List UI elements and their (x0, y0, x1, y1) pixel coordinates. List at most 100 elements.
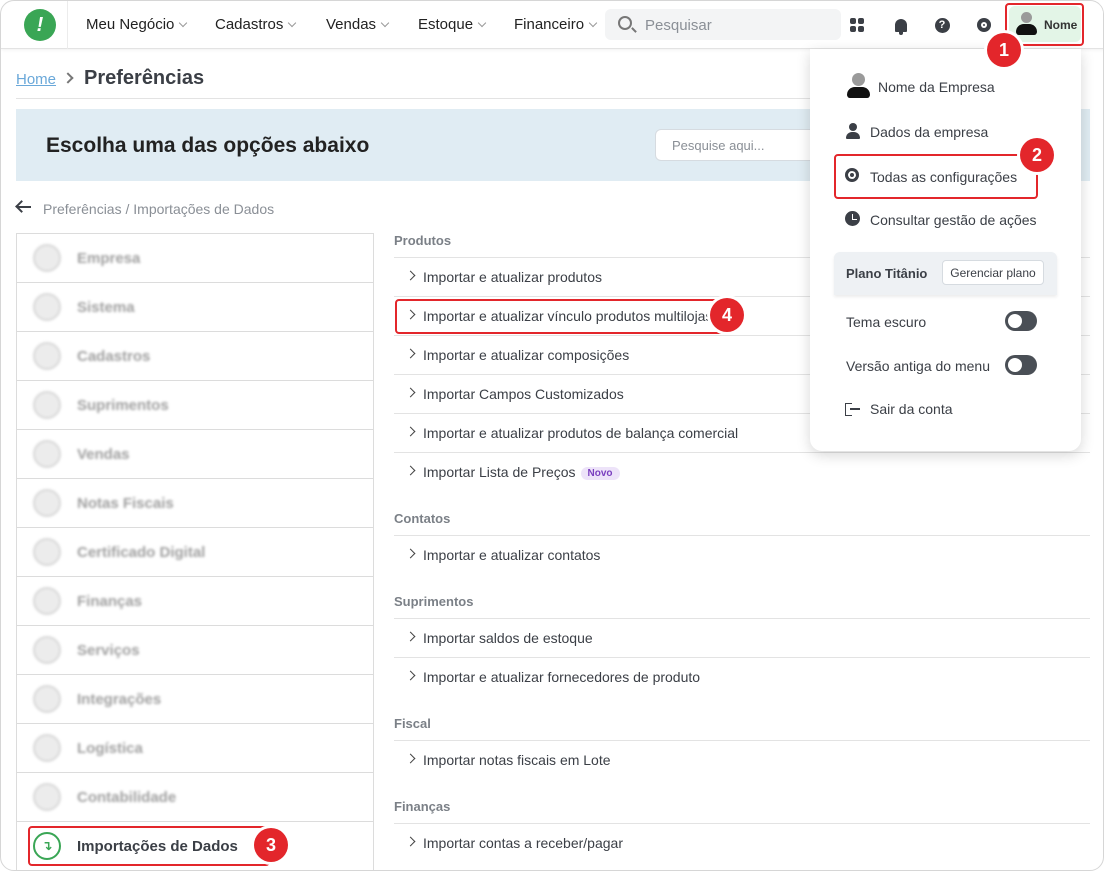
nav-meu-negocio[interactable]: Meu Negócio (86, 16, 188, 33)
sidebar-item-empresa[interactable]: Empresa (17, 234, 373, 283)
chevron-down-icon (288, 18, 297, 28)
import-row[interactable]: Importar contas a receber/pagar (394, 823, 1090, 862)
cart-icon (33, 440, 61, 468)
sidebar-item-vendas[interactable]: Vendas (17, 430, 373, 479)
step-badge-4: 4 (710, 298, 744, 332)
nav-vendas[interactable]: Vendas (326, 16, 390, 33)
import-row[interactable]: Importar e atualizar fornecedores de pro… (394, 657, 1090, 696)
nav-estoque[interactable]: Estoque (418, 16, 487, 33)
section-title-contatos: Contatos (394, 511, 451, 526)
import-row[interactable]: Importar e atualizar contatos (394, 535, 1090, 574)
nav-cadastros[interactable]: Cadastros (215, 16, 297, 33)
manage-plan-button[interactable]: Gerenciar plano (942, 260, 1044, 285)
search-icon (618, 16, 632, 30)
import-row[interactable]: Importar saldos de estoque (394, 618, 1090, 657)
global-search (605, 9, 841, 40)
sidebar-item-servicos[interactable]: Serviços (17, 626, 373, 675)
avatar (846, 73, 870, 99)
sidebar-item-certificado-digital[interactable]: Certificado Digital (17, 528, 373, 577)
brand-logo-icon[interactable]: ! (24, 9, 56, 41)
breadcrumb-home-link[interactable]: Home (16, 71, 56, 88)
plan-box: Plano Titânio Gerenciar plano (834, 252, 1057, 295)
user-icon (845, 123, 861, 139)
highlight-multilojas (395, 299, 725, 334)
tools-icon (33, 636, 61, 664)
import-row[interactable]: Importar notas fiscais em Lote (394, 740, 1090, 779)
document-icon (33, 342, 61, 370)
back-arrow-icon[interactable] (16, 200, 32, 214)
calculator-icon (33, 783, 61, 811)
chevron-right-icon (405, 753, 416, 764)
preferences-sidebar: Empresa Sistema Cadastros Suprimentos Ve… (16, 233, 374, 870)
notifications-button[interactable] (891, 15, 911, 35)
nav-financeiro[interactable]: Financeiro (514, 16, 598, 33)
company-name[interactable]: Nome da Empresa (878, 79, 995, 95)
chevron-down-icon (179, 18, 188, 28)
chevron-right-icon (405, 548, 416, 559)
highlight-importacoes (28, 826, 270, 866)
app-window: ! Meu Negócio Cadastros Vendas Estoque F… (0, 0, 1104, 871)
apps-button[interactable] (847, 15, 867, 35)
plug-icon (33, 685, 61, 713)
apps-grid-icon (850, 18, 864, 32)
sidebar-item-notas-fiscais[interactable]: Notas Fiscais (17, 479, 373, 528)
logo-divider (67, 1, 68, 49)
sidebar-item-sistema[interactable]: Sistema (17, 283, 373, 332)
step-badge-2: 2 (1020, 138, 1054, 172)
dark-theme-label: Tema escuro (846, 314, 927, 330)
chevron-right-icon (405, 670, 416, 681)
settings-button[interactable] (974, 15, 994, 35)
gear-icon (977, 18, 991, 32)
clock-icon (845, 211, 860, 226)
sidebar-item-cadastros[interactable]: Cadastros (17, 332, 373, 381)
step-badge-3: 3 (254, 828, 288, 862)
invoice-icon (33, 489, 61, 517)
chevron-down-icon (588, 18, 598, 28)
chevron-right-icon (62, 72, 74, 84)
logout-icon (845, 402, 860, 417)
chevron-right-icon (405, 836, 416, 847)
chevron-right-icon (405, 631, 416, 642)
sidebar-item-integracoes[interactable]: Integrações (17, 675, 373, 724)
top-navigation-bar: ! Meu Negócio Cadastros Vendas Estoque F… (1, 1, 1103, 49)
help-button[interactable]: ? (932, 15, 952, 35)
chevron-right-icon (405, 426, 416, 437)
new-badge: Novo (580, 467, 620, 480)
sidebar-item-financas[interactable]: Finanças (17, 577, 373, 626)
sidebar-item-contabilidade[interactable]: Contabilidade (17, 773, 373, 822)
chevron-right-icon (405, 387, 416, 398)
section-title-produtos: Produtos (394, 233, 452, 248)
section-title-financas: Finanças (394, 799, 451, 814)
building-icon (33, 244, 61, 272)
truck-icon (33, 734, 61, 762)
menu-item-company-data[interactable]: Dados da empresa (870, 124, 988, 140)
box-icon (33, 391, 61, 419)
chevron-down-icon (477, 18, 487, 28)
divider (16, 98, 816, 99)
chevron-right-icon (405, 270, 416, 281)
bell-icon (895, 18, 907, 35)
highlight-all-settings (834, 154, 1038, 199)
menu-item-actions[interactable]: Consultar gestão de ações (870, 212, 1037, 228)
section-title-fiscal: Fiscal (394, 716, 431, 731)
old-menu-toggle[interactable] (1005, 355, 1037, 375)
import-row[interactable]: Importar Lista de Preços Novo (394, 452, 1090, 491)
sidebar-item-suprimentos[interactable]: Suprimentos (17, 381, 373, 430)
sidebar-item-logistica[interactable]: Logística (17, 724, 373, 773)
page-title: Preferências (84, 67, 205, 89)
global-search-input[interactable] (645, 15, 825, 35)
certificate-icon (33, 538, 61, 566)
section-title-suprimentos: Suprimentos (394, 594, 474, 609)
menu-item-logout[interactable]: Sair da conta (870, 401, 953, 417)
user-dropdown-menu: Nome da Empresa Dados da empresa Todas a… (810, 49, 1081, 451)
money-icon (33, 587, 61, 615)
monitor-icon (33, 293, 61, 321)
banner-title: Escolha uma das opções abaixo (46, 134, 370, 157)
chevron-right-icon (405, 465, 416, 476)
step-badge-1: 1 (987, 33, 1021, 67)
sub-breadcrumb: Preferências / Importações de Dados (43, 201, 275, 217)
help-icon: ? (934, 17, 950, 33)
chevron-right-icon (405, 348, 416, 359)
old-menu-label: Versão antiga do menu (846, 358, 990, 374)
dark-theme-toggle[interactable] (1005, 311, 1037, 331)
